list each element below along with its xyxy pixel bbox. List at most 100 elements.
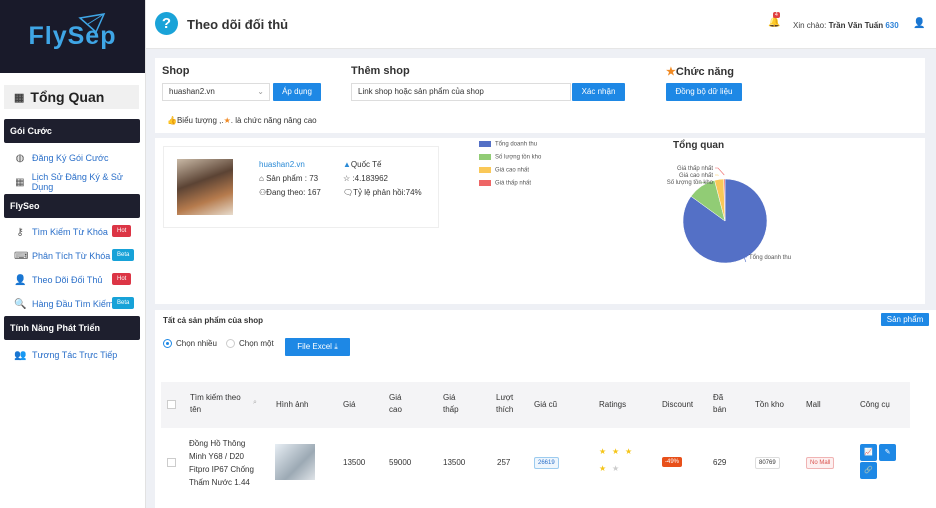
radio-multi-label: Chọn nhiều <box>176 339 217 348</box>
search-icon[interactable]: ⌕ <box>253 397 257 409</box>
pencil-icon: ✎ <box>884 449 891 456</box>
legend-swatch <box>479 180 491 186</box>
controls-card: Shop huashan2.vn ⌄ Áp dụng Thêm shop Link… <box>155 58 925 133</box>
greeting: Xin chào: Trần Văn Tuấn 630 <box>793 21 899 30</box>
rating-star-empty: ★ <box>612 464 620 473</box>
link-icon: 🔗 <box>864 467 873 474</box>
kite-icon <box>78 13 106 34</box>
shop-rating-text: :4.183962 <box>352 174 388 183</box>
logo[interactable]: FlySep <box>0 0 145 73</box>
bell-icon[interactable]: 🔔 <box>768 17 780 28</box>
beta-badge: Beta <box>112 249 135 261</box>
overview-label: Tổng Quan <box>30 89 105 105</box>
column-likes[interactable]: Lượt thích <box>496 392 520 416</box>
user-icon[interactable]: 👤 <box>913 18 925 29</box>
products-title: Tất cả sản phẩm của shop <box>163 316 264 325</box>
section-subscription: Gói Cước <box>4 119 140 143</box>
legend-item[interactable]: Giá thấp nhất <box>479 180 531 187</box>
sidebar-item-history[interactable]: ▦ Lịch Sử Đăng Ký & Sử Dụng <box>0 170 145 194</box>
edit-tool-button[interactable]: ✎ <box>879 444 896 461</box>
shop-overview-card: huashan2.vn ⌂ Sản phẩm : 73 ⚇Đang theo: … <box>155 138 925 304</box>
column-stock[interactable]: Tồn kho <box>755 399 784 411</box>
column-mall[interactable]: Mall <box>806 399 821 411</box>
search-icon: 🔍 <box>14 298 27 310</box>
legend-item[interactable]: Số lượng tồn kho <box>479 154 541 161</box>
product-likes: 257 <box>497 458 511 467</box>
pie-label: Tổng doanh thu <box>749 254 791 261</box>
product-low-price: 13500 <box>443 458 466 467</box>
chart-title: Tổng quan <box>673 140 725 151</box>
confirm-button[interactable]: Xác nhận <box>572 83 625 101</box>
shop-products-text: Sản phẩm : 73 <box>266 174 319 183</box>
product-name[interactable]: Đồng Hồ Thông Minh Y68 / D20 Fitpro IP67… <box>189 437 261 489</box>
mall-badge: No Mall <box>806 457 835 469</box>
chat-icon: 🗨 <box>343 188 354 197</box>
hot-badge: Hot <box>112 225 132 237</box>
sidebar-item-label: Hàng Đầu Tìm Kiếm <box>32 299 114 309</box>
key-icon: ⚷ <box>16 226 24 238</box>
section-dev-features: Tính Năng Phát Triển <box>4 316 140 340</box>
select-all-checkbox[interactable] <box>167 400 176 409</box>
row-checkbox[interactable] <box>167 458 176 467</box>
link-tool-button[interactable]: 🔗 <box>860 462 877 479</box>
legend-item[interactable]: Tổng doanh thu <box>479 141 537 148</box>
function-label: ★Chức năng <box>666 65 734 78</box>
shop-rating: ☆ :4.183962 <box>343 174 388 183</box>
greeting-label: Xin chào: <box>793 21 827 30</box>
legend-label: Giá thấp nhất <box>495 180 532 187</box>
overview-button[interactable]: ▦ Tổng Quan <box>4 85 139 109</box>
sidebar-item-label: Tương Tác Trực Tiếp <box>32 350 118 360</box>
notification-count: 4 <box>773 12 780 18</box>
radio-single[interactable]: Chọn một <box>226 339 274 348</box>
product-high-price: 59000 <box>389 458 412 467</box>
excel-label: File Excel <box>297 342 332 351</box>
sidebar: FlySep ▦ Tổng Quan Gói Cước ◍ Đăng Ký Gói … <box>0 0 146 508</box>
column-image: Hình ảnh <box>276 400 309 409</box>
column-ratings[interactable]: Ratings <box>599 399 626 411</box>
sidebar-item-top-search[interactable]: 🔍 Hàng Đầu Tìm Kiếm Beta <box>0 292 145 316</box>
user-plus-icon: 👤 <box>14 274 27 286</box>
column-discount[interactable]: Discount <box>662 399 693 411</box>
stock-badge: 80769 <box>755 457 780 469</box>
beta-badge: Beta <box>112 297 135 309</box>
dashboard-icon: ▦ <box>14 91 25 104</box>
column-search[interactable]: Tìm kiếm theo tên <box>190 392 250 416</box>
pie-label: Giá thấp nhất <box>677 166 713 172</box>
column-sold[interactable]: Đã bán <box>713 392 729 416</box>
column-high-price[interactable]: Giá cao <box>389 392 409 416</box>
sidebar-item-label: Đăng Ký Gói Cước <box>32 153 109 163</box>
globe-icon: ◍ <box>15 152 25 164</box>
sidebar-item-label: Tìm Kiếm Từ Khóa <box>32 227 108 237</box>
shop-avatar <box>177 159 233 215</box>
add-shop-input[interactable]: Link shop hoặc sản phẩm của shop <box>351 83 571 101</box>
pie-chart: Tổng doanh thu Số lượng tồn khoGiá cao nh… <box>667 166 791 264</box>
sync-data-button[interactable]: Đồng bộ dữ liệu <box>666 83 742 101</box>
sidebar-item-keyword-search[interactable]: ⚷ Tìm Kiếm Từ Khóa Hot <box>0 220 145 244</box>
page-title: Theo dõi đối thủ <box>187 17 289 32</box>
column-old-price[interactable]: Giá cũ <box>534 399 557 411</box>
excel-export-button[interactable]: File Excel ⤓ <box>285 338 350 356</box>
sidebar-item-register-plan[interactable]: ◍ Đăng Ký Gói Cước <box>0 146 145 170</box>
column-low-price[interactable]: Giá thấp <box>443 392 465 416</box>
legend-label: Số lượng tồn kho <box>495 154 542 161</box>
table-header: Tìm kiếm theo tên ⌕ Hình ảnh Giá Giá cao… <box>161 382 910 428</box>
shop-select[interactable]: huashan2.vn ⌄ <box>162 83 270 101</box>
pie-label: Giá cao nhất <box>679 173 713 179</box>
radio-multi[interactable]: Chọn nhiều <box>163 339 217 348</box>
keyboard-icon: ⌨ <box>14 250 29 262</box>
legend-item[interactable]: Giá cao nhất <box>479 167 529 174</box>
shop-name-link[interactable]: huashan2.vn <box>259 160 305 169</box>
shop-region-text: Quốc Tế <box>350 160 382 169</box>
pie-label-line <box>715 167 725 176</box>
chart-tool-button[interactable]: 📈 <box>860 444 877 461</box>
rating-star-filled: ★ <box>599 464 607 473</box>
column-price[interactable]: Giá <box>343 399 355 411</box>
sidebar-item-competitor[interactable]: 👤 Theo Dõi Đối Thủ Hot <box>0 268 145 292</box>
products-card: Tất cả sản phẩm của shop Sản phẩm Chọn n… <box>155 310 936 508</box>
sidebar-item-keyword-analysis[interactable]: ⌨ Phân Tích Từ Khóa Beta <box>0 244 145 268</box>
products-tab[interactable]: Sản phẩm <box>881 313 929 326</box>
note-text-2: . là chức năng nâng cao <box>230 116 317 125</box>
discount-badge: -49% <box>662 457 683 467</box>
apply-button[interactable]: Áp dụng <box>273 83 321 101</box>
sidebar-item-live-interaction[interactable]: 👥 Tương Tác Trực Tiếp <box>0 343 145 367</box>
